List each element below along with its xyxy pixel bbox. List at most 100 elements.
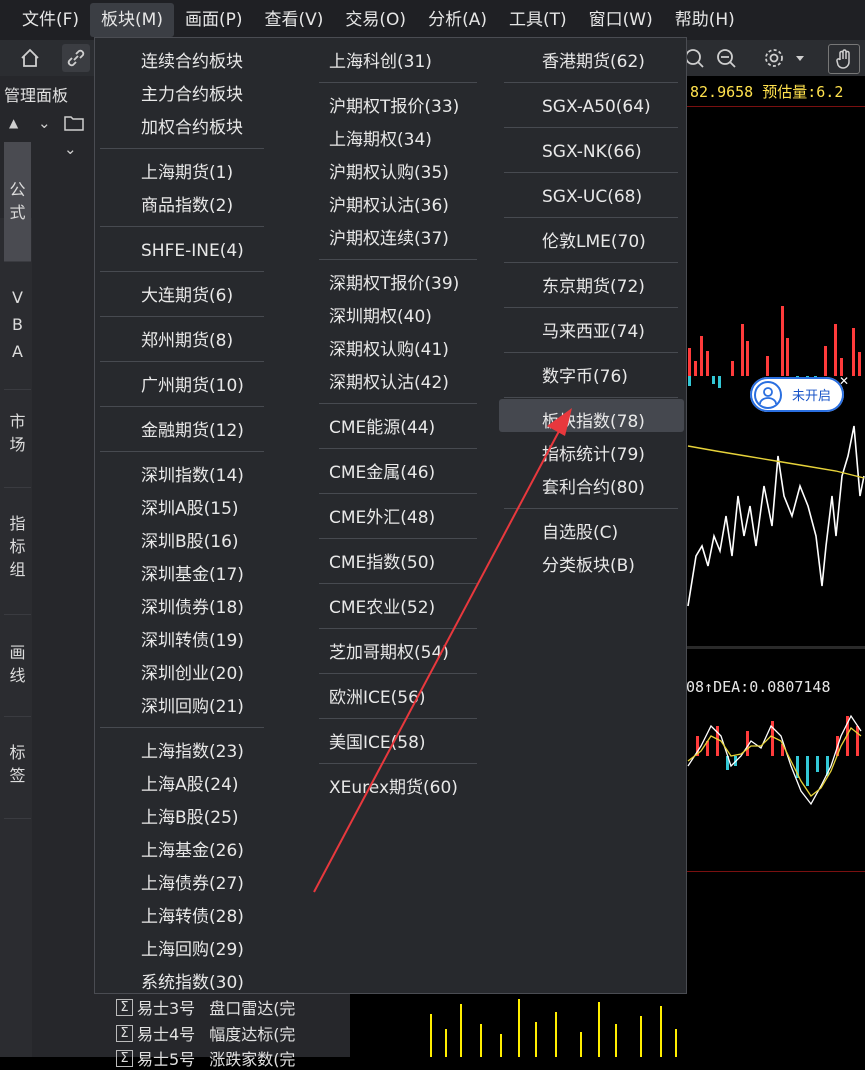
menu-tools[interactable]: 工具(T)	[498, 3, 578, 37]
tree-row[interactable]: Σ 易士3号 盘口雷达(完	[116, 995, 295, 1019]
tab-formula[interactable]: 公式	[4, 142, 31, 262]
menu-item[interactable]: 郑州期货(8)	[141, 330, 233, 352]
price-line	[687, 425, 865, 607]
menu-view[interactable]: 查看(V)	[254, 3, 335, 37]
close-icon[interactable]: ✕	[839, 374, 849, 388]
menu-item[interactable]: 大连期货(6)	[141, 285, 233, 307]
menu-item[interactable]: 系统指数(30)	[141, 972, 244, 994]
menu-separator	[319, 259, 477, 260]
menu-item[interactable]: SHFE-INE(4)	[141, 240, 244, 262]
menu-item[interactable]: 深圳转债(19)	[141, 630, 244, 652]
menu-item[interactable]: 数字币(76)	[542, 366, 628, 388]
folder-icon[interactable]	[64, 114, 84, 134]
menu-item[interactable]: 上海指数(23)	[141, 741, 244, 763]
menu-analysis[interactable]: 分析(A)	[417, 3, 498, 37]
menu-item[interactable]: 深圳指数(14)	[141, 465, 244, 487]
menu-item[interactable]: 上海基金(26)	[141, 840, 244, 862]
menu-item[interactable]: 加权合约板块	[141, 117, 243, 139]
menu-separator	[504, 127, 678, 128]
menu-item[interactable]: 主力合约板块	[141, 84, 243, 106]
menu-item[interactable]: 沪期权认购(35)	[329, 162, 449, 184]
menu-item[interactable]: 香港期货(62)	[542, 51, 645, 73]
menu-item[interactable]: 深期权T报价(39)	[329, 273, 459, 295]
tab-market[interactable]: 市场	[4, 392, 31, 488]
menu-item[interactable]: 上海转债(28)	[141, 906, 244, 928]
menu-item[interactable]: 沪期权认沽(36)	[329, 195, 449, 217]
macd-bars-down	[726, 756, 829, 786]
tab-drawing[interactable]: 画线	[4, 617, 31, 717]
menu-item[interactable]: 美国ICE(58)	[329, 732, 426, 754]
menu-item[interactable]: SGX-UC(68)	[542, 186, 642, 208]
link-icon[interactable]	[62, 44, 90, 72]
menu-item[interactable]: 分类板块(B)	[542, 555, 635, 577]
menu-separator	[319, 583, 477, 584]
menu-item[interactable]: 上海B股(25)	[141, 807, 239, 829]
zoom-out-icon[interactable]	[712, 44, 740, 72]
menu-item[interactable]: 深圳A股(15)	[141, 498, 239, 520]
menu-item[interactable]: 欧洲ICE(56)	[329, 687, 426, 709]
menu-item[interactable]: SGX-A50(64)	[542, 96, 651, 118]
tab-indicator-group[interactable]: 指标组	[4, 490, 31, 615]
menu-item[interactable]: 深圳债券(18)	[141, 597, 244, 619]
menu-item[interactable]: 东京期货(72)	[542, 276, 645, 298]
tree-expand-chevron-icon[interactable]: ⌄	[64, 140, 77, 158]
menu-item[interactable]: 深期权认购(41)	[329, 339, 449, 361]
menu-separator	[100, 727, 264, 728]
chart-area: 82.9658 预估量:6.2 08↑DEA:0.0807148	[686, 76, 865, 1057]
menu-item[interactable]: CME农业(52)	[329, 597, 435, 619]
menu-item[interactable]: 上海A股(24)	[141, 774, 239, 796]
menu-item[interactable]: 广州期货(10)	[141, 375, 244, 397]
tree-row[interactable]: Σ 易士5号 涨跌家数(完	[116, 1046, 295, 1070]
menu-item[interactable]: 深圳B股(16)	[141, 531, 239, 553]
menu-item[interactable]: 商品指数(2)	[141, 195, 233, 217]
menu-item[interactable]: 深期权认沽(42)	[329, 372, 449, 394]
menu-separator	[319, 628, 477, 629]
dropdown-caret-icon[interactable]	[790, 44, 810, 72]
menu-separator	[319, 763, 477, 764]
home-icon[interactable]	[16, 44, 44, 72]
menu-item[interactable]: 深圳创业(20)	[141, 663, 244, 685]
menu-item[interactable]: 上海期货(1)	[141, 162, 233, 184]
menu-item[interactable]: CME指数(50)	[329, 552, 435, 574]
menu-item[interactable]: 芝加哥期权(54)	[329, 642, 449, 664]
menu-item[interactable]: 自选股(C)	[542, 522, 618, 544]
collapse-up-icon[interactable]: ▲	[9, 116, 18, 130]
menu-item[interactable]: 深圳期权(40)	[329, 306, 432, 328]
unopened-badge[interactable]: 未开启	[750, 377, 844, 412]
menu-item[interactable]: CME能源(44)	[329, 417, 435, 439]
menu-item[interactable]: 马来西亚(74)	[542, 321, 645, 343]
menu-item[interactable]: 连续合约板块	[141, 51, 243, 73]
menu-item[interactable]: 深圳回购(21)	[141, 696, 244, 718]
hand-tool-icon[interactable]	[828, 44, 860, 74]
menu-item[interactable]: 上海期权(34)	[329, 129, 432, 151]
menu-item[interactable]: XEurex期货(60)	[329, 777, 458, 799]
menu-separator	[319, 448, 477, 449]
menu-file[interactable]: 文件(F)	[11, 3, 90, 37]
menu-item[interactable]: 上海科创(31)	[329, 51, 432, 73]
menu-item[interactable]: 沪期权T报价(33)	[329, 96, 459, 118]
menu-trade[interactable]: 交易(O)	[334, 3, 417, 37]
menu-item[interactable]: CME外汇(48)	[329, 507, 435, 529]
menu-item[interactable]: SGX-NK(66)	[542, 141, 642, 163]
menu-separator	[504, 262, 678, 263]
menu-item[interactable]: 金融期货(12)	[141, 420, 244, 442]
menu-item[interactable]: 上海回购(29)	[141, 939, 244, 961]
menu-help[interactable]: 帮助(H)	[664, 3, 746, 37]
menu-separator	[319, 82, 477, 83]
menu-item[interactable]: 上海债券(27)	[141, 873, 244, 895]
tree-row[interactable]: Σ 易士4号 幅度达标(完	[116, 1021, 295, 1045]
menu-item[interactable]: 深圳基金(17)	[141, 564, 244, 586]
tree-expand-chevron-icon[interactable]: ⌄	[38, 114, 51, 132]
menu-item[interactable]: 套利合约(80)	[542, 477, 645, 499]
menu-item[interactable]: 指标统计(79)	[542, 444, 645, 466]
tab-labels[interactable]: 标签	[4, 719, 31, 819]
menu-screen[interactable]: 画面(P)	[174, 3, 254, 37]
menu-sector[interactable]: 板块(M)	[90, 3, 174, 37]
menu-item[interactable]: 板块指数(78)	[542, 411, 645, 433]
settings-gear-icon[interactable]	[760, 44, 788, 72]
tab-vba[interactable]: VBA	[4, 270, 31, 390]
menu-window[interactable]: 窗口(W)	[578, 3, 664, 37]
menu-item[interactable]: 沪期权连续(37)	[329, 228, 449, 250]
menu-item[interactable]: 伦敦LME(70)	[542, 231, 646, 253]
menu-item[interactable]: CME金属(46)	[329, 462, 435, 484]
